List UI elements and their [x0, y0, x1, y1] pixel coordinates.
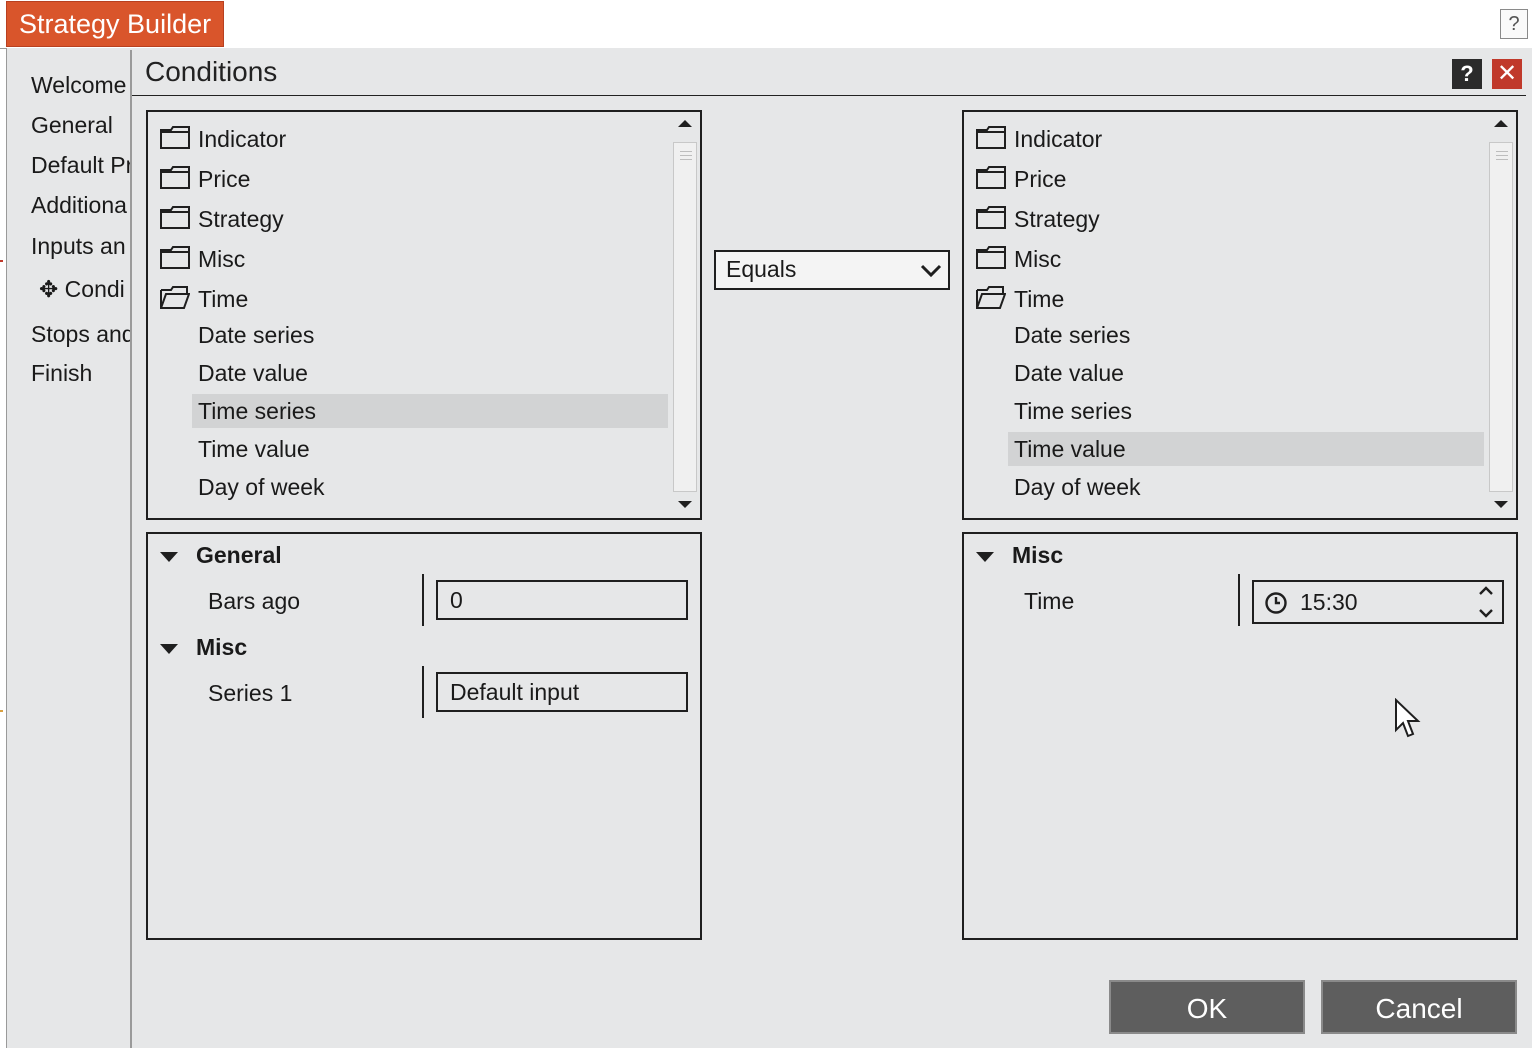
window-title: Strategy Builder: [6, 1, 225, 47]
tree-folder-label: Time: [1014, 286, 1065, 312]
tree-item-date-series[interactable]: Date series: [1008, 318, 1484, 352]
folder-open-icon: [160, 284, 191, 318]
left-property-grid: General Bars ago Misc Series 1: [146, 532, 702, 940]
tree-item-time-value[interactable]: Time value: [1008, 432, 1484, 466]
tree-folder-label: Misc: [1014, 246, 1062, 272]
bars-ago-input[interactable]: [436, 580, 688, 620]
folder-icon: [160, 244, 190, 278]
tree-folder-strategy[interactable]: Strategy: [160, 202, 284, 236]
tree-folder-label: Indicator: [198, 126, 287, 152]
tree-item-date-value[interactable]: Date value: [192, 356, 668, 390]
tree-folder-time[interactable]: Time: [160, 282, 248, 316]
tree-folder-price[interactable]: Price: [160, 162, 250, 196]
scroll-down-icon[interactable]: [678, 501, 692, 508]
nav-item-general[interactable]: General: [31, 112, 113, 139]
nav-item-inputs-and-variables[interactable]: Inputs an: [31, 233, 126, 260]
nav-item-finish[interactable]: Finish: [31, 360, 92, 387]
nav-item-welcome[interactable]: Welcome: [31, 72, 126, 99]
folder-icon: [160, 204, 190, 238]
nav-item-stops-and-targets[interactable]: Stops and: [31, 321, 135, 348]
tree-folder-label: Strategy: [198, 206, 284, 232]
time-label: Time: [1024, 588, 1075, 614]
conditions-dialog: Conditions ? ✕ Indicator Price Strategy …: [130, 50, 1532, 1048]
scroll-thumb[interactable]: [1489, 142, 1513, 492]
tree-folder-price[interactable]: Price: [976, 162, 1066, 196]
folder-open-icon: [976, 284, 1007, 318]
window-titlebar: [0, 0, 1532, 49]
dialog-title: Conditions: [145, 56, 278, 87]
folder-icon: [160, 124, 190, 158]
category-label: General: [196, 542, 282, 568]
tree-folder-label: Indicator: [1014, 126, 1103, 152]
left-condition-tree[interactable]: Indicator Price Strategy Misc Time Date …: [146, 110, 702, 520]
title-divider: [132, 95, 1526, 96]
series-label: Series 1: [208, 680, 293, 706]
right-property-grid: Misc Time 15:30: [962, 532, 1518, 940]
tree-scrollbar[interactable]: [1486, 112, 1516, 516]
folder-icon: [976, 244, 1006, 278]
operator-selected-value: Equals: [726, 256, 797, 282]
tree-item-time-series[interactable]: Time series: [192, 394, 668, 428]
tree-folder-label: Misc: [198, 246, 246, 272]
category-label: Misc: [196, 634, 248, 660]
left-edge-mark: [0, 710, 3, 712]
column-divider[interactable]: [1238, 574, 1240, 626]
tree-item-day-of-week[interactable]: Day of week: [1008, 470, 1484, 504]
tree-folder-misc[interactable]: Misc: [160, 242, 245, 276]
time-value: 15:30: [1300, 589, 1358, 615]
chevron-down-icon: [920, 264, 942, 278]
nav-item-conditions[interactable]: ✥ Condi: [39, 276, 125, 303]
mouse-cursor-icon: [1395, 698, 1421, 738]
tree-item-time-value[interactable]: Time value: [192, 432, 668, 466]
folder-icon: [976, 164, 1006, 198]
category-general[interactable]: General: [160, 542, 282, 569]
folder-icon: [160, 164, 190, 198]
tree-folder-indicator[interactable]: Indicator: [160, 122, 286, 156]
ok-button[interactable]: OK: [1109, 980, 1305, 1034]
tree-folder-label: Strategy: [1014, 206, 1100, 232]
dialog-close-button[interactable]: ✕: [1492, 59, 1522, 89]
right-condition-tree[interactable]: Indicator Price Strategy Misc Time Date …: [962, 110, 1518, 520]
nav-item-additional-data[interactable]: Additiona: [31, 192, 127, 219]
tree-folder-label: Price: [1014, 166, 1067, 192]
operator-dropdown[interactable]: Equals: [714, 250, 950, 290]
tree-item-date-value[interactable]: Date value: [1008, 356, 1484, 390]
tree-folder-label: Price: [198, 166, 251, 192]
category-misc[interactable]: Misc: [976, 542, 1063, 569]
collapse-triangle-icon[interactable]: [160, 643, 178, 654]
scroll-thumb[interactable]: [673, 142, 697, 492]
tree-item-date-series[interactable]: Date series: [192, 318, 668, 352]
column-divider[interactable]: [422, 666, 424, 718]
category-label: Misc: [1012, 542, 1064, 568]
dialog-help-button[interactable]: ?: [1452, 59, 1482, 89]
clock-icon: [1265, 592, 1287, 614]
tree-folder-misc[interactable]: Misc: [976, 242, 1061, 276]
tree-scrollbar[interactable]: [670, 112, 700, 516]
scroll-up-icon[interactable]: [1494, 120, 1508, 127]
collapse-triangle-icon[interactable]: [160, 551, 178, 562]
cancel-button[interactable]: Cancel: [1321, 980, 1517, 1034]
scroll-down-icon[interactable]: [1494, 501, 1508, 508]
nav-item-default-properties[interactable]: Default Pr: [31, 152, 133, 179]
tree-folder-indicator[interactable]: Indicator: [976, 122, 1102, 156]
column-divider[interactable]: [422, 574, 424, 626]
folder-icon: [976, 124, 1006, 158]
tree-item-day-of-week[interactable]: Day of week: [192, 470, 668, 504]
bars-ago-label: Bars ago: [208, 588, 301, 614]
spinner-icon[interactable]: [1476, 585, 1496, 619]
tree-folder-time[interactable]: Time: [976, 282, 1064, 316]
category-misc[interactable]: Misc: [160, 634, 247, 661]
time-picker[interactable]: 15:30: [1252, 580, 1504, 624]
tree-item-time-series[interactable]: Time series: [1008, 394, 1484, 428]
tree-folder-strategy[interactable]: Strategy: [976, 202, 1100, 236]
window-help-button[interactable]: ?: [1500, 9, 1528, 39]
collapse-triangle-icon[interactable]: [976, 551, 994, 562]
series-input[interactable]: [436, 672, 688, 712]
scroll-up-icon[interactable]: [678, 120, 692, 127]
folder-icon: [976, 204, 1006, 238]
tree-folder-label: Time: [198, 286, 249, 312]
left-edge-mark: [0, 260, 3, 262]
